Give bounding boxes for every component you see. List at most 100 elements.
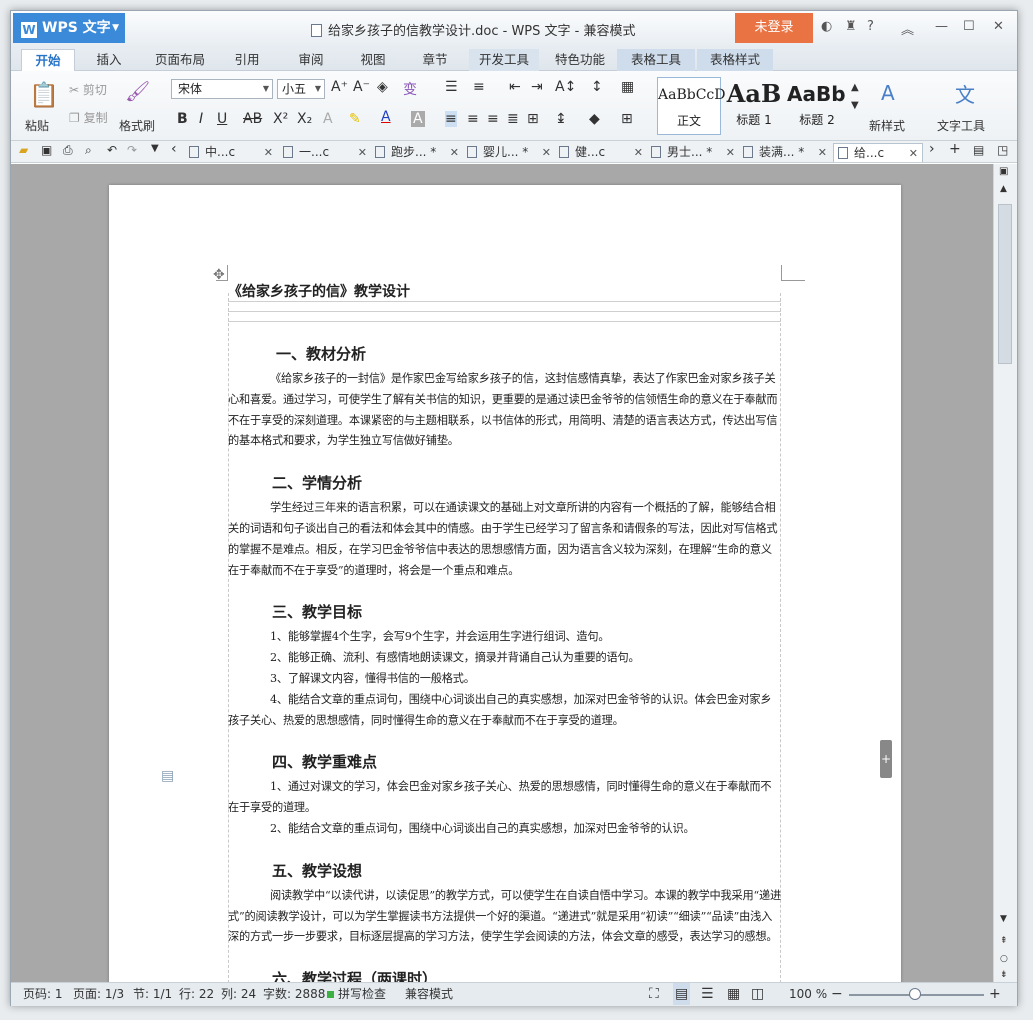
close-tab-icon[interactable]: ✕ [726, 143, 735, 162]
document-body[interactable]: 一、教材分析 《给家乡孩子的一封信》是作家巴金写给家乡孩子的信，这封信感情真挚，… [228, 343, 781, 1010]
scroll-up-icon[interactable]: ▲ [1000, 184, 1007, 194]
doc-tab[interactable]: 中...c ✕ [189, 143, 273, 162]
tab-reference[interactable]: 引用 [227, 49, 267, 71]
styles-scroll-icon[interactable]: ▲ ▼ [851, 79, 859, 115]
tabs-left-icon[interactable]: ‹ [171, 141, 177, 157]
phonetic-icon[interactable]: 变 [403, 79, 417, 99]
tab-view[interactable]: 视图 [353, 49, 393, 71]
table-icon[interactable]: ▦ [621, 79, 634, 95]
tab-review[interactable]: 审阅 [291, 49, 331, 71]
zoom-slider-knob[interactable] [909, 988, 921, 1000]
justify-icon[interactable]: ≣ [507, 111, 519, 127]
text-effect-icon[interactable]: A [323, 111, 333, 127]
add-panel-button[interactable]: + [880, 740, 892, 778]
collapse-ribbon-icon[interactable]: ︽ [901, 19, 914, 38]
decrease-indent-icon[interactable]: ⇤ [509, 79, 521, 95]
app-menu-button[interactable]: W WPS 文字 ▼ [13, 13, 125, 43]
login-button[interactable]: 未登录 [735, 13, 813, 43]
help-icon[interactable]: ? [867, 19, 874, 34]
tabs-right-icon[interactable]: › [929, 141, 935, 157]
close-tab-icon[interactable]: ✕ [358, 143, 367, 162]
full-screen-icon[interactable]: ⛶ [649, 983, 659, 1005]
cut-button[interactable]: ✂ 剪切 [69, 81, 107, 98]
tab-table-style[interactable]: 表格样式 [697, 49, 773, 71]
tab-developer[interactable]: 开发工具 [469, 49, 539, 71]
scroll-down-icon[interactable]: ▼ [1000, 914, 1007, 924]
document-outline-icon[interactable]: ▤ [161, 768, 174, 784]
doc-tab[interactable]: 婴儿... * ✕ [467, 143, 551, 162]
print-preview-icon[interactable]: ⌕ [85, 143, 92, 158]
web-view-icon[interactable]: ◫ [751, 983, 764, 1005]
close-tab-icon[interactable]: ✕ [264, 143, 273, 162]
doc-tab[interactable]: 跑步... * ✕ [375, 143, 459, 162]
next-page-icon[interactable]: ⇟ [1000, 970, 1008, 980]
page-view-icon[interactable]: ▤ [673, 983, 691, 1005]
browse-object-icon[interactable]: ○ [1000, 954, 1008, 964]
italic-icon[interactable]: I [199, 111, 203, 127]
vertical-scrollbar[interactable]: ▣ ▲ ▼ ⇞ ○ ⇟ [993, 164, 1017, 982]
line-spacing-icon[interactable]: ↨ [555, 111, 567, 127]
spell-check-button[interactable]: 拼写检查 [327, 983, 386, 1005]
distribute-icon[interactable]: ⊞ [527, 111, 539, 127]
clear-format-icon[interactable]: ◈ [377, 79, 388, 95]
table-move-handle-icon[interactable]: ✥ [213, 267, 225, 283]
shirt-icon[interactable]: ♜ [845, 19, 857, 34]
close-tab-icon[interactable]: ✕ [542, 143, 551, 162]
scroll-thumb[interactable] [998, 204, 1012, 364]
shading-icon[interactable]: ◆ [589, 111, 600, 127]
sort-icon[interactable]: ↕ [591, 79, 603, 95]
bold-icon[interactable]: B [177, 111, 188, 127]
highlight-icon[interactable]: ✎ [349, 111, 361, 127]
font-color-icon[interactable]: A [381, 109, 391, 125]
style-heading-2[interactable]: AaBb(标题 2 [787, 77, 847, 135]
align-right-icon[interactable]: ≡ [487, 111, 499, 127]
tab-features[interactable]: 特色功能 [547, 49, 613, 71]
increase-indent-icon[interactable]: ⇥ [531, 79, 543, 95]
underline-icon[interactable]: U [217, 111, 227, 127]
style-normal[interactable]: AaBbCcD 正文 [657, 77, 725, 135]
new-tab-icon[interactable]: + [949, 141, 961, 157]
print-icon[interactable]: ⎙ [63, 143, 73, 158]
tab-insert[interactable]: 插入 [89, 49, 129, 71]
format-painter-icon[interactable]: 🖌 [125, 79, 150, 103]
zoom-level[interactable]: 100 % [789, 983, 827, 1005]
close-tab-icon[interactable]: ✕ [450, 143, 459, 162]
minimize-icon[interactable]: — [935, 19, 948, 34]
copy-button[interactable]: ❐ 复制 [69, 109, 108, 126]
subscript-icon[interactable]: X₂ [297, 111, 312, 127]
reading-view-icon[interactable]: ▦ [727, 983, 740, 1005]
align-center-icon[interactable]: ≡ [467, 111, 479, 127]
tab-list-icon[interactable]: ▤ [973, 143, 984, 157]
style-heading-1[interactable]: AaB 标题 1 [723, 77, 785, 135]
tab-menu-icon[interactable]: ◳ [997, 143, 1008, 157]
redo-icon[interactable]: ↷ [127, 143, 137, 157]
new-style-button[interactable]: 新样式 [869, 117, 905, 134]
tab-chapter[interactable]: 章节 [415, 49, 455, 71]
save-icon[interactable]: ▣ [41, 143, 52, 157]
tab-page-layout[interactable]: 页面布局 [149, 49, 211, 71]
close-icon[interactable]: ✕ [993, 19, 1004, 34]
maximize-icon[interactable]: ☐ [963, 19, 975, 34]
char-shading-icon[interactable]: A [411, 111, 425, 127]
zoom-in-icon[interactable]: + [989, 983, 1001, 1005]
close-tab-icon[interactable]: ✕ [818, 143, 827, 162]
skin-icon[interactable]: ◐ [821, 19, 832, 34]
doc-tab[interactable]: 一...c ✕ [283, 143, 367, 162]
format-painter-button[interactable]: 格式刷 [119, 117, 155, 134]
text-direction-icon[interactable]: A↕ [555, 79, 576, 95]
open-folder-icon[interactable]: ▰ [19, 143, 28, 157]
align-left-icon[interactable]: ≡ [445, 111, 457, 127]
numbered-list-icon[interactable]: ≡ [473, 79, 485, 95]
border-icon[interactable]: ⊞ [621, 111, 633, 127]
document-page[interactable]: ✥ 《给家乡孩子的信》教学设计 一、教材分析 《给家乡孩子的一封信》是作家巴金写… [109, 185, 901, 993]
scroll-top-icon[interactable]: ▣ [999, 166, 1008, 177]
tab-table-tools[interactable]: 表格工具 [617, 49, 695, 71]
text-tools-button[interactable]: 文字工具 [937, 117, 985, 134]
prev-page-icon[interactable]: ⇞ [1000, 936, 1008, 946]
customize-toolbar-icon[interactable]: ▼ [151, 143, 159, 154]
font-size-select[interactable]: 小五 ▼ [277, 79, 325, 99]
close-tab-icon[interactable]: ✕ [909, 144, 918, 163]
strikethrough-icon[interactable]: AB [243, 111, 262, 127]
doc-tab[interactable]: 男士... * ✕ [651, 143, 735, 162]
font-name-select[interactable]: 宋体 ▼ [171, 79, 273, 99]
